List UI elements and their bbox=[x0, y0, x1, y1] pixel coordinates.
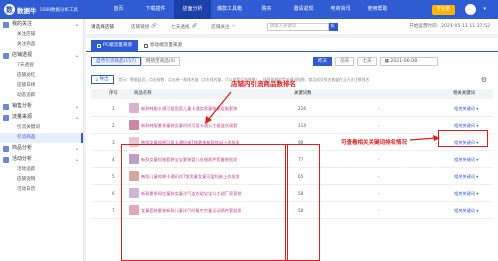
right-arrow bbox=[409, 137, 437, 141]
right-arrow-head bbox=[433, 135, 440, 141]
annotation-arrows bbox=[205, 91, 440, 141]
left-arrow bbox=[207, 91, 232, 121]
